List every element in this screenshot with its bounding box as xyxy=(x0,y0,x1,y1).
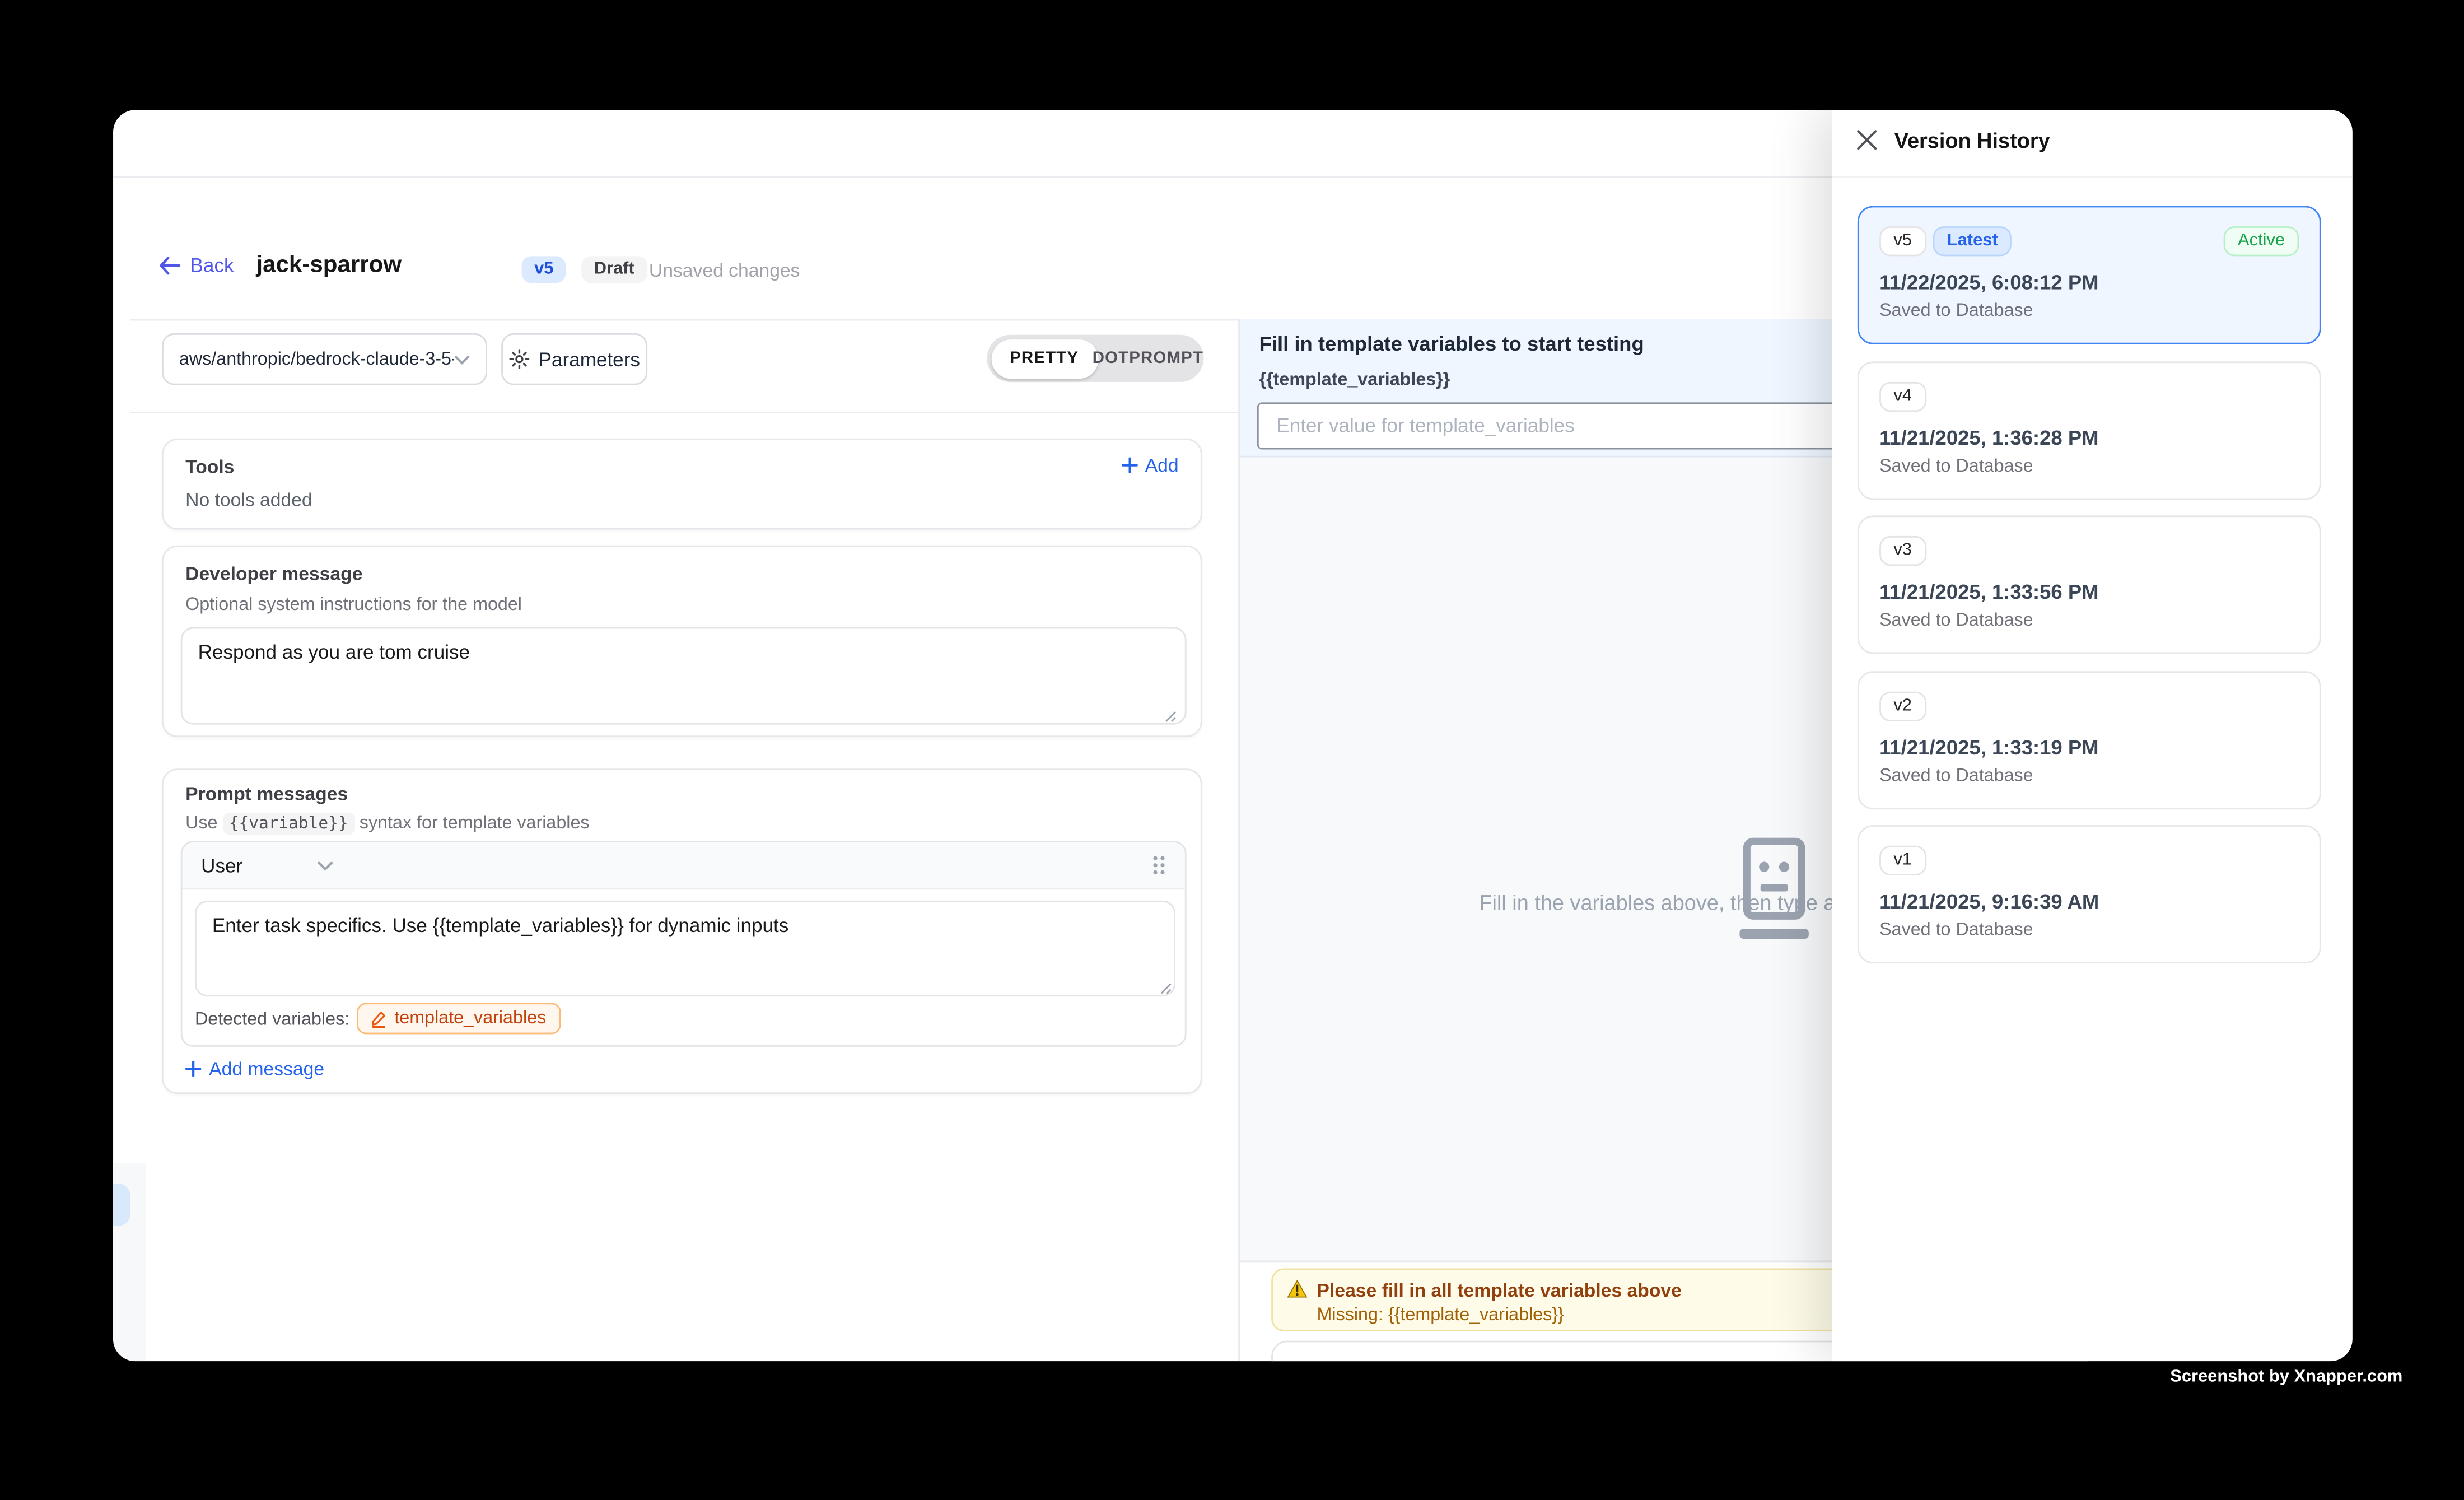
detected-variable-badge[interactable]: template_variables xyxy=(357,1003,560,1034)
unsaved-changes-label: Unsaved changes xyxy=(649,259,800,281)
add-message-button[interactable]: Add message xyxy=(185,1058,324,1080)
version-card-v1[interactable]: v1 11/21/2025, 9:16:39 AM Saved to Datab… xyxy=(1858,826,2321,964)
add-tool-label: Add xyxy=(1145,454,1179,476)
pencil-icon xyxy=(371,1010,386,1027)
drag-handle-icon[interactable] xyxy=(1152,855,1166,875)
developer-message-card: Developer message Optional system instru… xyxy=(162,546,1202,737)
add-message-label: Add message xyxy=(209,1058,324,1080)
chevron-down-icon xyxy=(454,355,470,364)
detected-variable-name: template_variables xyxy=(394,1009,546,1028)
version-saved-status: Saved to Database xyxy=(1879,302,2033,321)
template-variable-label: {{template_variables}} xyxy=(1259,370,1450,389)
hint-suffix: syntax for template variables xyxy=(360,814,590,833)
version-timestamp: 11/21/2025, 1:36:28 PM xyxy=(1879,425,2098,449)
offscreen-highlight-fragment xyxy=(113,1183,130,1226)
version-history-title: Version History xyxy=(1894,128,2050,152)
message-content-input[interactable]: Enter task specifics. Use {{template_var… xyxy=(195,901,1175,996)
robot-face-icon xyxy=(1730,837,1818,941)
format-toggle: PRETTY DOTPROMPT xyxy=(987,335,1203,382)
version-card-v4[interactable]: v4 11/21/2025, 1:36:28 PM Saved to Datab… xyxy=(1858,361,2321,499)
version-card-v5[interactable]: v5 Latest Active 11/22/2025, 6:08:12 PM … xyxy=(1858,206,2321,344)
offscreen-panel-fragment xyxy=(113,1163,146,1362)
developer-message-title: Developer message xyxy=(185,563,362,585)
fill-variables-title: Fill in template variables to start test… xyxy=(1259,331,1644,355)
toggle-dotprompt[interactable]: DOTPROMPT xyxy=(1098,339,1198,378)
header-divider xyxy=(113,176,1832,178)
back-label: Back xyxy=(190,255,234,277)
parameters-button[interactable]: Parameters xyxy=(501,333,647,385)
version-label-badge: v4 xyxy=(1879,381,1926,411)
gear-icon xyxy=(508,349,529,369)
warning-triangle-icon xyxy=(1287,1279,1307,1298)
screenshot-stage: Back jack-sparrow v5 Draft Unsaved chang… xyxy=(0,0,2464,1500)
version-label-badge: v3 xyxy=(1879,536,1926,566)
version-timestamp: 11/21/2025, 1:33:19 PM xyxy=(1879,735,2098,759)
version-label-badge: v2 xyxy=(1879,691,1926,721)
toolbar-divider xyxy=(130,411,1238,413)
developer-message-subtitle: Optional system instructions for the mod… xyxy=(185,596,522,615)
version-saved-status: Saved to Database xyxy=(1879,456,2033,476)
draft-badge: Draft xyxy=(581,256,647,283)
prompt-messages-title: Prompt messages xyxy=(185,782,348,804)
latest-badge: Latest xyxy=(1933,226,2012,256)
hint-prefix: Use xyxy=(185,814,217,833)
active-badge: Active xyxy=(2224,226,2299,256)
version-card-v2[interactable]: v2 11/21/2025, 1:33:19 PM Saved to Datab… xyxy=(1858,671,2321,809)
plus-icon xyxy=(185,1061,201,1077)
page-title: jack-sparrow xyxy=(256,251,402,278)
version-panel-divider xyxy=(1832,176,2353,178)
version-timestamp: 11/21/2025, 1:33:56 PM xyxy=(1879,580,2098,604)
version-label-badge: v1 xyxy=(1879,846,1926,876)
version-label-badge: v5 xyxy=(1879,226,1926,256)
version-saved-status: Saved to Database xyxy=(1879,767,2033,786)
watermark: Screenshot by Xnapper.com xyxy=(2170,1367,2402,1386)
developer-message-input[interactable]: Respond as you are tom cruise xyxy=(181,627,1187,725)
chevron-down-icon[interactable] xyxy=(318,860,334,870)
version-badge: v5 xyxy=(522,256,566,283)
model-select[interactable]: aws/anthropic/bedrock-claude-3-5-s... xyxy=(162,333,487,385)
arrow-left-icon xyxy=(158,256,180,275)
tools-empty-text: No tools added xyxy=(185,489,312,511)
resize-grip-icon[interactable] xyxy=(1164,710,1177,723)
close-icon[interactable] xyxy=(1856,129,1878,151)
back-button[interactable]: Back xyxy=(158,255,234,277)
plus-icon xyxy=(1122,458,1137,473)
add-tool-button[interactable]: Add xyxy=(1122,454,1179,476)
message-block: User Enter task specifics. Use {{templat… xyxy=(181,841,1187,1047)
version-timestamp: 11/22/2025, 6:08:12 PM xyxy=(1879,271,2098,294)
version-saved-status: Saved to Database xyxy=(1879,612,2033,631)
version-card-v3[interactable]: v3 11/21/2025, 1:33:56 PM Saved to Datab… xyxy=(1858,516,2321,654)
warning-detail: Missing: {{template_variables}} xyxy=(1317,1306,1564,1325)
app-window: Back jack-sparrow v5 Draft Unsaved chang… xyxy=(113,110,2353,1361)
resize-grip-icon[interactable] xyxy=(1160,982,1172,995)
version-history-panel: Version History v5 Latest Active 11/22/2… xyxy=(1832,110,2353,1361)
message-role-header: User xyxy=(183,842,1185,889)
parameters-label: Parameters xyxy=(539,348,640,370)
variable-syntax-chip: {{variable}} xyxy=(223,813,354,835)
model-select-value: aws/anthropic/bedrock-claude-3-5-s... xyxy=(179,350,454,369)
tools-card: Tools Add No tools added xyxy=(162,439,1202,530)
prompt-messages-card: Prompt messages Use {{variable}} syntax … xyxy=(162,768,1202,1094)
toggle-pretty[interactable]: PRETTY xyxy=(991,339,1098,378)
message-role-select[interactable]: User xyxy=(201,854,242,876)
tools-title: Tools xyxy=(185,456,234,478)
version-timestamp: 11/21/2025, 9:16:39 AM xyxy=(1879,890,2099,914)
detected-variables-label: Detected variables: xyxy=(195,1010,349,1029)
version-saved-status: Saved to Database xyxy=(1879,921,2033,940)
warning-title: Please fill in all template variables ab… xyxy=(1317,1279,1682,1301)
prompt-messages-hint: Use {{variable}} syntax for template var… xyxy=(185,814,589,833)
